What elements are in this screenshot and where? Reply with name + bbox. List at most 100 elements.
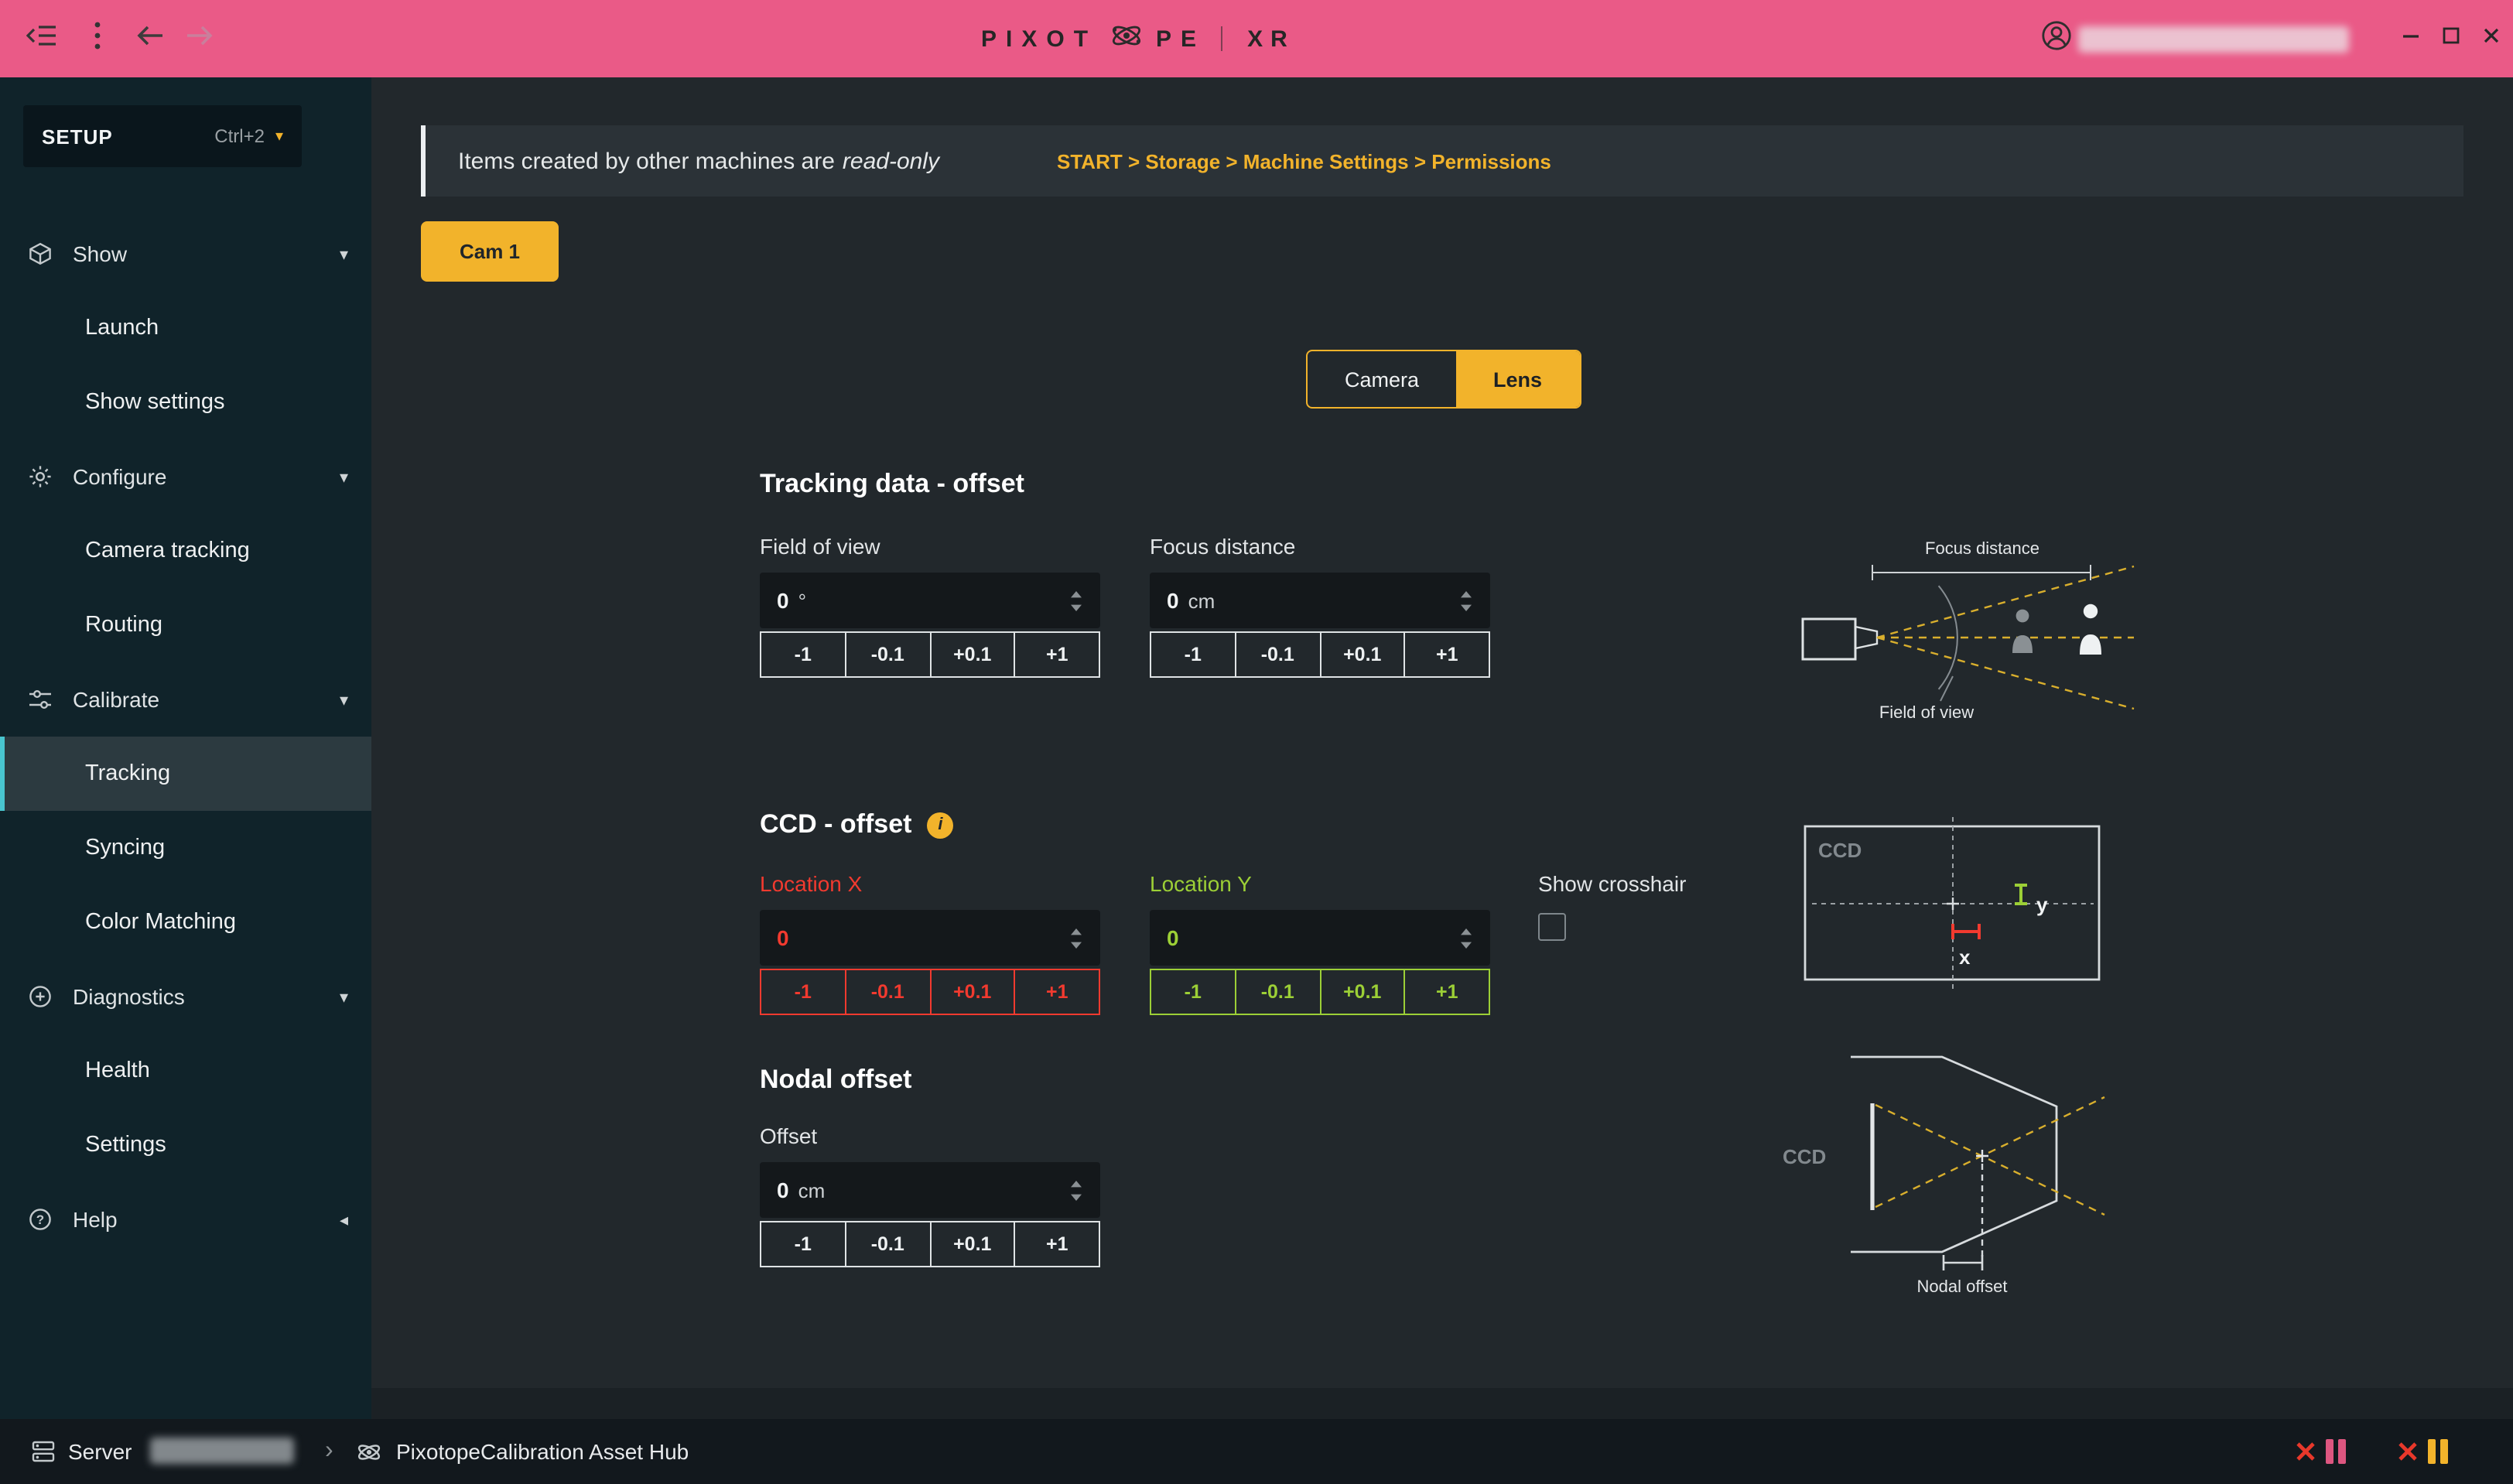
tab-lens[interactable]: Lens (1456, 351, 1579, 407)
nodal-step-plus1[interactable]: +1 (1014, 1221, 1101, 1267)
kebab-menu-icon (93, 19, 102, 58)
nodal-offset-input[interactable]: 0 cm (760, 1162, 1100, 1218)
setup-shortcut: Ctrl+2 (214, 125, 265, 147)
tab-camera[interactable]: Camera (1308, 351, 1456, 407)
locy-step-plus1[interactable]: +1 (1404, 969, 1491, 1015)
ccd-plane-label: CCD (1783, 1145, 1826, 1168)
locy-step-minus1[interactable]: -1 (1150, 969, 1236, 1015)
fov-step-minus01[interactable]: -0.1 (845, 631, 932, 678)
redacted-server-name (150, 1438, 294, 1464)
focus-step-minus01[interactable]: -0.1 (1235, 631, 1321, 678)
setup-mode-selector[interactable]: SETUP Ctrl+2 ▾ (23, 105, 302, 167)
sidebar-item-launch[interactable]: Launch (0, 291, 371, 365)
camera-shape (1803, 619, 1855, 659)
stop-icon-yellow-group[interactable] (2395, 1439, 2420, 1464)
collapse-sidebar-button[interactable] (22, 19, 62, 59)
fov-step-minus1[interactable]: -1 (760, 631, 846, 678)
logo-divider (1221, 26, 1222, 51)
location-y-input[interactable]: 0 (1150, 910, 1490, 966)
ccd-offset-title-row: CCD - offset i (760, 809, 953, 840)
focus-step-plus01[interactable]: +0.1 (1319, 631, 1406, 678)
menu-button[interactable] (77, 19, 118, 59)
stepper-arrows-icon[interactable] (1069, 926, 1083, 949)
cam1-button[interactable]: Cam 1 (421, 221, 559, 282)
asset-hub-link[interactable]: PixotopeCalibration Asset Hub (396, 1419, 689, 1484)
chevron-left-icon: ◂ (340, 1209, 348, 1229)
sidebar-item-label: Routing (85, 613, 162, 638)
minimize-button[interactable] (2391, 19, 2431, 59)
sidebar-item-settings[interactable]: Settings (0, 1108, 371, 1182)
sidebar-item-calibrate[interactable]: Calibrate ▾ (0, 662, 371, 737)
sidebar-item-label: Tracking (85, 761, 170, 786)
sidebar-item-routing[interactable]: Routing (0, 588, 371, 662)
sidebar-item-syncing[interactable]: Syncing (0, 811, 371, 885)
locx-step-minus1[interactable]: -1 (760, 969, 846, 1015)
locx-step-plus01[interactable]: +0.1 (929, 969, 1016, 1015)
pixotope-atom-icon (356, 1419, 382, 1484)
sidebar-item-label: Help (73, 1207, 118, 1232)
chevron-down-icon: ▾ (340, 689, 348, 710)
person-far-icon (2080, 604, 2101, 655)
info-icon[interactable]: i (927, 812, 953, 838)
diagnostics-icon (28, 984, 53, 1009)
sidebar-item-label: Show (73, 241, 127, 266)
locy-step-plus01[interactable]: +0.1 (1319, 969, 1406, 1015)
pause-bars-yellow-icon[interactable] (2428, 1439, 2448, 1464)
locx-step-minus01[interactable]: -0.1 (845, 969, 932, 1015)
sidebar-item-health[interactable]: Health (0, 1034, 371, 1108)
forward-button[interactable] (180, 19, 220, 59)
sidebar-item-camera-tracking[interactable]: Camera tracking (0, 514, 371, 588)
field-of-view-label: Field of view (760, 534, 880, 559)
nodal-offset-title-row: Nodal offset (760, 1065, 911, 1096)
fov-step-plus01[interactable]: +0.1 (929, 631, 1016, 678)
field-of-view-input[interactable]: 0 ° (760, 573, 1100, 628)
sidebar-item-show-settings[interactable]: Show settings (0, 365, 371, 439)
fov-step-plus1[interactable]: +1 (1014, 631, 1101, 678)
focus-step-minus1[interactable]: -1 (1150, 631, 1236, 678)
stepper-arrows-icon[interactable] (1459, 926, 1473, 949)
question-glyph: ? (36, 1212, 44, 1227)
field-of-view-unit: ° (798, 589, 806, 612)
stop-icon-pink-group[interactable] (2293, 1439, 2318, 1464)
nodal-step-minus1[interactable]: -1 (760, 1221, 846, 1267)
locy-step-minus01[interactable]: -0.1 (1235, 969, 1321, 1015)
sidebar-item-color-matching[interactable]: Color Matching (0, 885, 371, 959)
nodal-step-minus01[interactable]: -0.1 (845, 1221, 932, 1267)
user-account-button[interactable] (2036, 19, 2077, 59)
location-x-input[interactable]: 0 (760, 910, 1100, 966)
breadcrumb[interactable]: START > Storage > Machine Settings > Per… (1057, 149, 1551, 173)
server-selector[interactable]: Server (68, 1419, 132, 1484)
sidebar-item-configure[interactable]: Configure ▾ (0, 439, 371, 514)
maximize-button[interactable] (2431, 19, 2471, 59)
section-title-tracking-offset: Tracking data - offset (760, 469, 1024, 500)
focus-distance-input[interactable]: 0 cm (1150, 573, 1490, 628)
sidebar-item-tracking[interactable]: Tracking (0, 737, 371, 811)
locx-step-plus1[interactable]: +1 (1014, 969, 1101, 1015)
close-button[interactable] (2471, 19, 2511, 59)
pause-bars-pink-icon[interactable] (2326, 1439, 2346, 1464)
sidebar-item-help[interactable]: ? Help ◂ (0, 1182, 371, 1257)
sidebar-item-diagnostics[interactable]: Diagnostics ▾ (0, 959, 371, 1034)
logo-text-right: PE (1156, 26, 1205, 52)
location-y-step-buttons: -1 -0.1 +0.1 +1 (1150, 969, 1490, 1015)
location-y-value: 0 (1167, 925, 1179, 950)
stepper-arrows-icon[interactable] (1459, 589, 1473, 612)
back-button[interactable] (130, 19, 170, 59)
sidebar-item-label: Diagnostics (73, 984, 185, 1009)
focus-distance-value: 0 (1167, 588, 1179, 613)
show-crosshair-checkbox[interactable] (1538, 913, 1566, 941)
nodal-step-plus01[interactable]: +0.1 (929, 1221, 1016, 1267)
ccd-diagram: CCD y x (1803, 817, 2106, 998)
focus-distance-unit: cm (1188, 589, 1215, 612)
field-of-view-diagram-label: Field of view (1879, 703, 1974, 722)
main-content: Items created by other machines are read… (371, 77, 2513, 1388)
y-axis-label: y (2036, 893, 2048, 916)
sidebar-item-label: Configure (73, 464, 166, 489)
sidebar-item-show[interactable]: Show ▾ (0, 217, 371, 291)
nodal-offset-value: 0 (777, 1178, 789, 1202)
stepper-arrows-icon[interactable] (1069, 1178, 1083, 1202)
focus-step-plus1[interactable]: +1 (1404, 631, 1491, 678)
stepper-arrows-icon[interactable] (1069, 589, 1083, 612)
focus-distance-diagram-label: Focus distance (1925, 539, 2039, 558)
logo-text-left: PIXOT (981, 26, 1097, 52)
